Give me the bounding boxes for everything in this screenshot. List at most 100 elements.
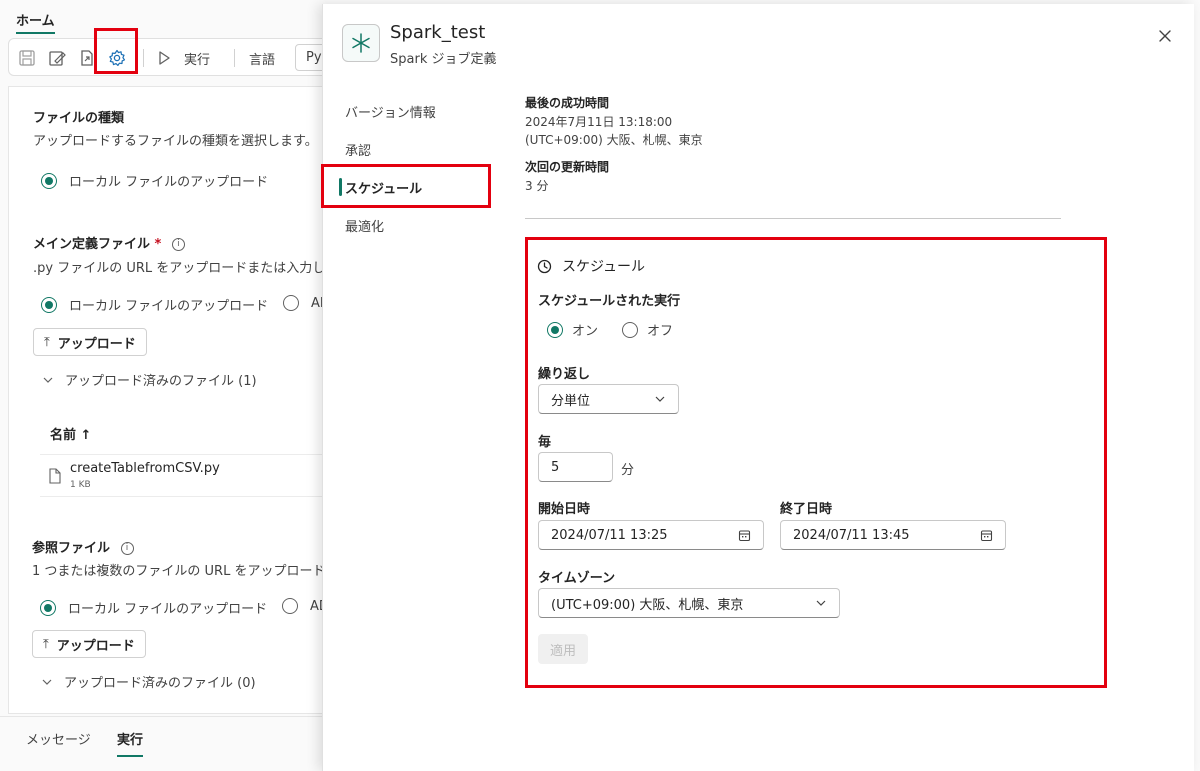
start-datetime-label: 開始日時 (538, 502, 591, 517)
tab-home[interactable]: ホーム (16, 10, 55, 34)
nav-optimize[interactable]: 最適化 (345, 216, 384, 235)
panel-title: Spark_test (390, 22, 486, 43)
start-datetime-input[interactable]: 2024/07/11 13:25 (538, 520, 764, 550)
highlight-settings-box (94, 28, 138, 74)
radio-label: オフ (647, 324, 674, 339)
table-header-name[interactable]: 名前 ↑ (50, 424, 91, 443)
upload-button-label: アップロード (57, 336, 136, 352)
every-input[interactable]: 5 (538, 452, 613, 482)
tab-messages[interactable]: メッセージ (26, 729, 91, 748)
radio-selected[interactable] (41, 172, 57, 189)
scheduled-run-label: スケジュールされた実行 (538, 294, 681, 309)
file-type-title: ファイルの種類 (33, 111, 125, 126)
reference-files-title: 参照ファイル i (32, 537, 134, 556)
radio-label: オン (572, 324, 599, 339)
main-definition-description: .py ファイルの URL をアップロードまたは入力し (33, 261, 326, 276)
highlight-schedule-nav (321, 164, 491, 208)
next-refresh-value: 3 分 (525, 179, 549, 193)
every-label: 毎 (538, 435, 552, 450)
close-button[interactable] (1153, 24, 1177, 48)
toolbar-divider (143, 49, 144, 67)
calendar-icon[interactable] (980, 529, 993, 542)
upload-button[interactable]: ⤒ アップロード (33, 328, 147, 356)
last-success-date: 2024年7月11日 13:18:00 (525, 115, 673, 129)
radio-unselected[interactable] (283, 295, 299, 311)
repeat-label: 繰り返し (538, 367, 591, 382)
section-divider (525, 218, 1061, 219)
timezone-value: (UTC+09:00) 大阪、札幌、東京 (551, 597, 744, 613)
repeat-value: 分単位 (551, 393, 591, 409)
nav-version-info[interactable]: バージョン情報 (345, 102, 436, 121)
required-mark: * (154, 237, 162, 252)
save-icon[interactable] (17, 48, 37, 68)
last-success-label: 最後の成功時間 (525, 96, 610, 110)
file-name[interactable]: createTablefromCSV.py (70, 461, 220, 476)
document-icon (48, 468, 62, 484)
main-definition-title: メイン定義ファイル * i (33, 233, 185, 252)
bottom-tab-bar: メッセージ 実行 (0, 716, 330, 771)
calendar-icon[interactable] (738, 529, 751, 542)
close-icon (1159, 30, 1171, 42)
every-unit: 分 (621, 463, 635, 478)
reference-files-description: 1 つまたは複数のファイルの URL をアップロード (32, 564, 326, 579)
radio-selected[interactable] (547, 321, 563, 338)
info-icon[interactable]: i (120, 542, 134, 555)
chevron-down-icon (43, 377, 53, 383)
toolbar: 実行 言語 PySp (8, 38, 355, 76)
chevron-down-icon (655, 396, 665, 402)
radio-selected[interactable] (41, 296, 57, 313)
upload-icon: ⤒ (43, 636, 49, 652)
clock-icon (537, 259, 552, 273)
schedule-heading: スケジュール (537, 256, 645, 276)
radio-unselected[interactable] (282, 598, 298, 614)
timezone-label: タイムゾーン (538, 571, 616, 586)
uploaded-files-label: アップロード済みのファイル (1) (65, 374, 257, 389)
main-content: ファイルの種類 アップロードするファイルの種類を選択します。 ローカル ファイル… (8, 86, 348, 714)
radio-label: ローカル ファイルのアップロード (68, 602, 268, 617)
language-label: 言語 (249, 53, 276, 68)
reference-files-local-option[interactable]: ローカル ファイルのアップロード (40, 598, 267, 617)
repeat-dropdown[interactable]: 分単位 (538, 384, 679, 414)
settings-panel: Spark_test Spark ジョブ定義 バージョン情報 承認 スケジュール… (321, 4, 1194, 771)
file-type-description: アップロードするファイルの種類を選択します。 (33, 134, 318, 149)
last-success-timezone: (UTC+09:00) 大阪、札幌、東京 (525, 133, 703, 147)
end-datetime-input[interactable]: 2024/07/11 13:45 (780, 520, 1006, 550)
radio-label: ローカル ファイルのアップロード (69, 299, 269, 314)
radio-unselected[interactable] (622, 321, 638, 338)
spark-job-icon (342, 24, 380, 62)
upload-icon: ⤒ (44, 334, 50, 350)
toolbar-divider (234, 49, 235, 67)
chevron-down-icon (816, 600, 826, 606)
scheduled-run-on-option[interactable]: オン (547, 320, 598, 339)
edit-icon[interactable] (47, 48, 67, 68)
upload-button[interactable]: ⤒ アップロード (32, 630, 146, 658)
table-divider (40, 496, 340, 497)
every-value: 5 (551, 459, 560, 475)
radio-label: ローカル ファイルのアップロード (69, 175, 269, 190)
uploaded-files-label: アップロード済みのファイル (0) (64, 676, 256, 691)
radio-selected[interactable] (40, 599, 56, 616)
tab-run[interactable]: 実行 (117, 729, 144, 757)
uploaded-files-toggle[interactable]: アップロード済みのファイル (0) (42, 672, 256, 691)
reference-files-title-text: 参照ファイル (32, 541, 111, 556)
next-refresh-label: 次回の更新時間 (525, 160, 610, 174)
upload-button-label: アップロード (56, 638, 135, 654)
info-icon[interactable]: i (171, 238, 185, 251)
chevron-down-icon (42, 679, 52, 685)
scheduled-run-off-option[interactable]: オフ (622, 320, 673, 339)
panel-subtitle: Spark ジョブ定義 (390, 52, 497, 67)
file-size: 1 KB (70, 480, 91, 490)
apply-button[interactable]: 適用 (538, 634, 588, 664)
table-divider (40, 454, 340, 455)
schedule-heading-text: スケジュール (562, 259, 646, 275)
run-button[interactable]: 実行 (184, 49, 210, 68)
end-datetime-value: 2024/07/11 13:45 (793, 527, 910, 543)
timezone-dropdown[interactable]: (UTC+09:00) 大阪、札幌、東京 (538, 588, 840, 618)
start-datetime-value: 2024/07/11 13:25 (551, 527, 668, 543)
nav-approval[interactable]: 承認 (345, 140, 371, 159)
file-type-local-option[interactable]: ローカル ファイルのアップロード (41, 171, 268, 190)
uploaded-files-toggle[interactable]: アップロード済みのファイル (1) (43, 370, 257, 389)
play-icon[interactable] (157, 48, 171, 68)
main-definition-local-option[interactable]: ローカル ファイルのアップロード (41, 295, 268, 314)
end-datetime-label: 終了日時 (780, 502, 833, 517)
